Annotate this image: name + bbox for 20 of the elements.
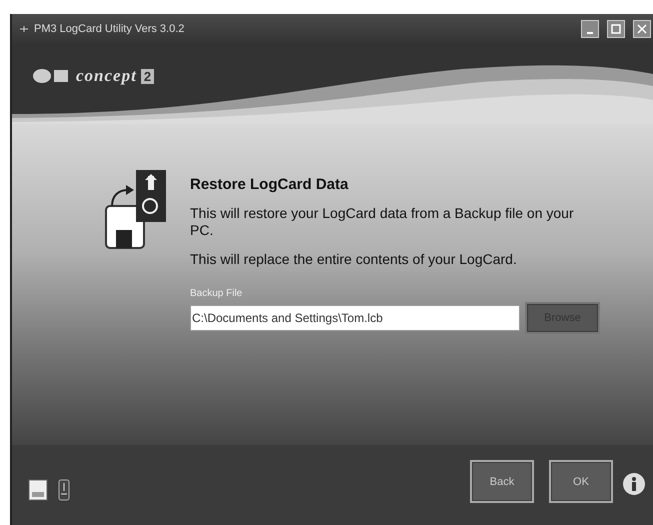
info-icon[interactable] xyxy=(623,473,645,495)
backup-file-field[interactable]: C:\Documents and Settings\Tom.lcb xyxy=(190,305,520,331)
dialog-heading: Restore LogCard Data xyxy=(190,176,350,193)
footer-button[interactable]: Back xyxy=(470,460,534,503)
minimize-button[interactable] xyxy=(581,20,599,38)
maximize-button[interactable] xyxy=(607,20,625,38)
card-icon[interactable] xyxy=(28,479,48,501)
usb-icon[interactable] xyxy=(58,479,70,501)
close-button[interactable] xyxy=(633,20,651,38)
app-icon xyxy=(20,26,28,32)
close-icon xyxy=(637,24,647,34)
logo-mark: 2 xyxy=(140,68,154,84)
description-text: This will replace the entire contents of your LogCard. xyxy=(190,251,518,268)
field-label: Backup File xyxy=(190,288,244,299)
footer-button[interactable]: OK xyxy=(549,460,613,503)
maximize-icon xyxy=(611,24,621,34)
description-text: This will restore your LogCard data from a Backup file on your PC. xyxy=(190,205,575,239)
minimize-icon xyxy=(587,32,593,34)
logo-text: concept xyxy=(76,66,137,86)
window-title: PM3 LogCard Utility Vers 3.0.2 xyxy=(34,23,186,35)
